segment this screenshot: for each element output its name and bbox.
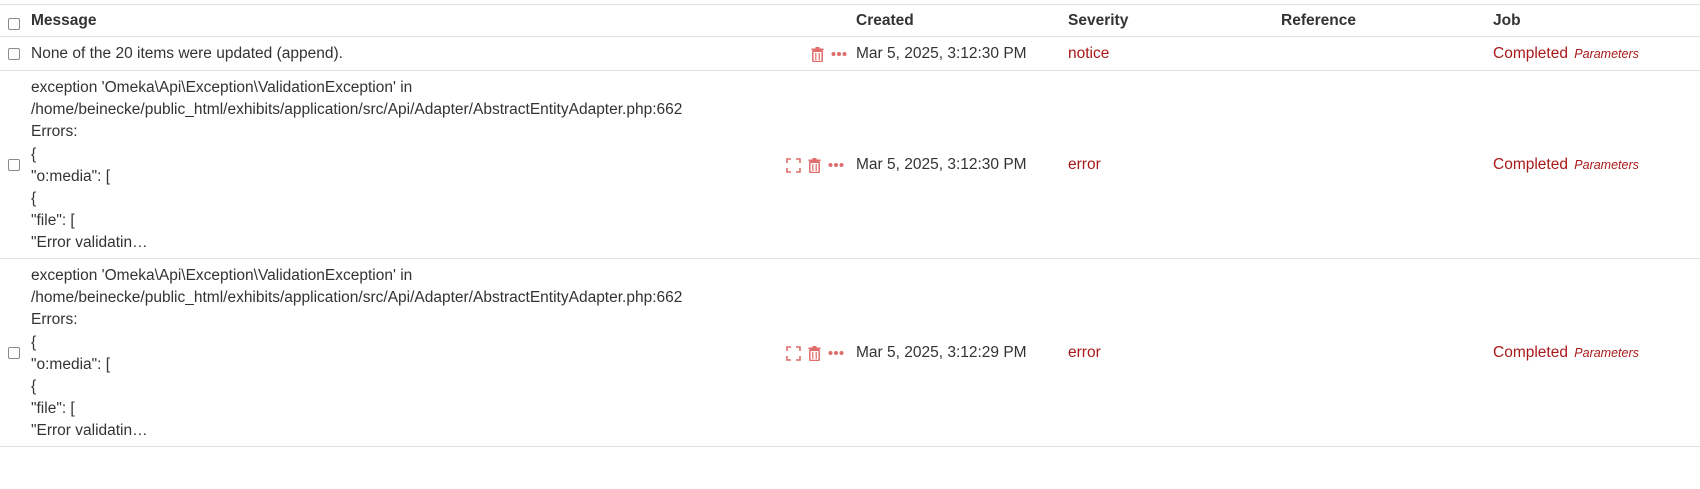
row-actions	[811, 46, 854, 62]
log-message: exception 'Omeka\Api\Exception\Validatio…	[31, 77, 682, 255]
log-message-line: None of the 20 items were updated (appen…	[31, 45, 343, 62]
table-header: Message Created Severity Reference Job	[0, 5, 1700, 37]
log-message-line: "file": [	[31, 400, 75, 418]
job-status-link[interactable]: Completed	[1493, 156, 1568, 173]
job-status-link[interactable]: Completed	[1493, 344, 1568, 361]
log-message-line: exception 'Omeka\Api\Exception\Validatio…	[31, 267, 413, 284]
row-select-checkbox[interactable]	[8, 48, 20, 60]
severity-badge: error	[1068, 344, 1101, 361]
job-cell: Completed Parameters	[1493, 154, 1639, 176]
created-date: Mar 5, 2025, 3:12:29 PM	[856, 344, 1027, 361]
select-all-checkbox[interactable]	[8, 18, 20, 30]
job-cell: Completed Parameters	[1493, 43, 1639, 65]
log-message-line: Errors:	[31, 123, 78, 141]
log-message-line: {	[31, 333, 37, 351]
expand-icon[interactable]	[786, 157, 801, 173]
trash-icon[interactable]	[808, 345, 821, 361]
column-header-reference[interactable]: Reference	[1281, 10, 1356, 32]
created-date: Mar 5, 2025, 3:12:30 PM	[856, 45, 1027, 62]
log-message-line: "o:media": [	[31, 167, 111, 185]
job-cell: Completed Parameters	[1493, 342, 1639, 364]
created-date: Mar 5, 2025, 3:12:30 PM	[856, 156, 1027, 173]
logs-table: Message Created Severity Reference Job N…	[0, 4, 1700, 447]
log-message-line: Errors:	[31, 311, 78, 329]
job-parameters-link[interactable]: Parameters	[1574, 346, 1639, 360]
severity-badge: error	[1068, 156, 1101, 173]
log-message-line: "o:media": [	[31, 355, 111, 373]
column-header-message[interactable]: Message	[31, 10, 96, 32]
table-row: exception 'Omeka\Api\Exception\Validatio…	[0, 259, 1700, 447]
log-message-line: /home/beinecke/public_html/exhibits/appl…	[31, 289, 683, 307]
column-header-job[interactable]: Job	[1493, 10, 1521, 32]
column-header-created[interactable]: Created	[856, 10, 914, 32]
log-message-line: {	[31, 145, 37, 163]
log-message-line: "file": [	[31, 212, 75, 230]
more-actions-icon[interactable]	[828, 162, 844, 168]
column-header-severity[interactable]: Severity	[1068, 10, 1128, 32]
row-actions	[786, 345, 851, 361]
log-message-line: {	[31, 190, 37, 208]
job-parameters-link[interactable]: Parameters	[1574, 158, 1639, 172]
table-row: exception 'Omeka\Api\Exception\Validatio…	[0, 71, 1700, 259]
row-select-checkbox[interactable]	[8, 347, 20, 359]
log-message-line: /home/beinecke/public_html/exhibits/appl…	[31, 101, 683, 119]
job-parameters-link[interactable]: Parameters	[1574, 47, 1639, 61]
severity-badge: notice	[1068, 45, 1110, 62]
row-select-checkbox[interactable]	[8, 159, 20, 171]
row-actions	[786, 157, 851, 173]
log-message-line: "Error validatin…	[31, 422, 148, 440]
log-message-line: {	[31, 378, 37, 396]
log-message: exception 'Omeka\Api\Exception\Validatio…	[31, 265, 682, 443]
trash-icon[interactable]	[808, 157, 821, 173]
job-status-link[interactable]: Completed	[1493, 45, 1568, 62]
log-message-line: "Error validatin…	[31, 234, 148, 252]
table-row: None of the 20 items were updated (appen…	[0, 37, 1700, 71]
trash-icon[interactable]	[811, 46, 824, 62]
more-actions-icon[interactable]	[831, 51, 847, 57]
log-message-line: exception 'Omeka\Api\Exception\Validatio…	[31, 79, 413, 96]
log-message: None of the 20 items were updated (appen…	[31, 43, 343, 65]
more-actions-icon[interactable]	[828, 350, 844, 356]
expand-icon[interactable]	[786, 345, 801, 361]
